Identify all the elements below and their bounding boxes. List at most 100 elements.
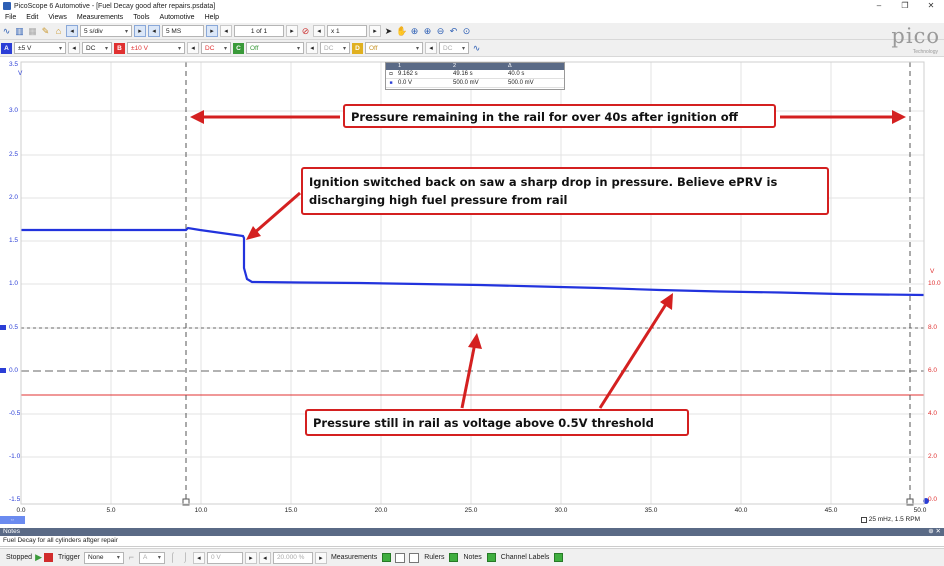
channel-d-range-select[interactable]: Off ▾ [365,42,423,54]
y-tick-2-0: 2.0 [9,194,19,201]
samples-decrease-button[interactable]: ◂ [148,25,160,37]
channel-labels-toggle-icon[interactable] [554,553,564,562]
y-tick-3-0: 3.0 [9,107,19,114]
buffer-next-button[interactable]: ▸ [286,25,298,37]
undo-zoom-icon[interactable]: ↶ [448,26,459,37]
chevron-down-icon: ▾ [58,45,62,52]
right-tick-10: 10.0 [928,280,941,287]
scope-mode-icon[interactable]: ∿ [1,26,12,37]
minimize-button[interactable]: – [866,0,892,12]
channel-c-prev-button[interactable]: ◂ [306,42,318,54]
waveform-svg[interactable] [0,58,944,528]
timebase-increase-button[interactable]: ▸ [134,25,146,37]
math-channel-icon[interactable]: ∿ [471,43,482,54]
channel-c-coupling-select[interactable]: DC ▾ [320,42,350,54]
pretrigger-field[interactable]: 20.000 % [272,551,313,564]
rulers-toggle-icon[interactable] [449,553,459,562]
right-tick-2: 2.0 [928,453,938,460]
menu-views[interactable]: Views [48,14,67,21]
notes-text[interactable]: Fuel Decay for all cylinders aftger repa… [0,536,944,547]
level-down-button[interactable]: ◂ [192,551,205,564]
frequency-readout: 25 mHz, 1.5 RPM [860,516,920,523]
annotation-ignition-drop: Ignition switched back on saw a sharp dr… [301,167,829,215]
y-axis-unit: V [18,70,23,77]
timebase-select[interactable]: 5 s/div ▾ [80,25,132,37]
falling-edge-icon[interactable]: ⌡ [180,552,191,563]
channel-c-range-select[interactable]: Off ▾ [246,42,304,54]
delete-measurement-icon[interactable] [409,552,420,563]
time-ruler-icon: ◘ [389,71,393,77]
notes-toggle-icon[interactable] [486,553,496,562]
y-tick-minus-1-5: -1.5 [9,496,21,503]
measurements-label: Measurements [330,554,378,561]
pointer-tool-icon[interactable]: ➤ [383,26,394,37]
menu-edit[interactable]: Edit [26,14,38,21]
channel-d-badge[interactable]: D [352,42,363,54]
close-button[interactable]: ✕ [918,0,944,12]
channel-d-prev-button[interactable]: ◂ [425,42,437,54]
probe-icon[interactable]: ✎ [40,26,51,37]
samples-increase-button[interactable]: ▸ [206,25,218,37]
zoom-in-icon[interactable]: ⊕ [422,26,433,37]
run-state-label: Stopped [6,554,33,561]
add-measurement-icon[interactable] [382,553,392,562]
view-tab[interactable]: ⇔ [0,516,25,524]
zero-ruler-tag[interactable] [0,368,6,373]
trigger-level-field[interactable]: 0 V [206,551,243,564]
trigger-edge-icon[interactable]: ⌐ [126,552,137,563]
channel-a-coupling-select[interactable]: DC ▾ [82,42,112,54]
menu-file[interactable]: File [5,14,16,21]
menu-automotive[interactable]: Automotive [160,14,195,21]
hand-tool-icon[interactable]: ✋ [396,26,407,37]
channel-b-range-select[interactable]: ±10 V ▾ [127,42,185,54]
menu-help[interactable]: Help [205,14,219,21]
zoom-out-icon[interactable]: ⊖ [435,26,446,37]
ruler-measurement-panel[interactable]: 1 2 Δ ◘ 9.162 s 49.16 s 40.0 s ■ 0.0 V 5… [385,62,565,90]
y-tick-2-5: 2.5 [9,151,19,158]
y-tick-0-5: 0.5 [9,324,19,331]
channel-toolbar: A ±5 V ▾ ◂ DC ▾ B ±10 V ▾ ◂ DC ▾ C Off ▾ ◂ DC… [0,40,944,57]
samples-select[interactable]: 5 MS [162,25,204,37]
pretrigger-down-button[interactable]: ◂ [258,551,271,564]
channel-a-prev-button[interactable]: ◂ [68,42,80,54]
home-icon[interactable]: ⌂ [53,26,64,37]
spectrum-mode-icon[interactable]: ▥ [14,26,25,37]
frequency-checkbox[interactable] [860,516,867,523]
trigger-mode-select[interactable]: None ▾ [83,551,124,564]
channel-b-badge[interactable]: B [114,42,125,54]
chevron-down-icon: ▾ [296,45,300,52]
scope-plot-area[interactable]: 3.5 V 3.0 2.5 2.0 1.5 1.0 0.5 0.0 -0.5 -… [0,58,944,528]
pin-icon[interactable]: ⊕ ✕ [928,528,941,536]
menu-measurements[interactable]: Measurements [77,14,123,21]
right-tick-0: 0.0 [928,496,938,503]
x-tick-25: 25.0 [464,507,478,514]
buffer-overview-icon[interactable]: ⊘ [300,26,311,37]
channel-b-prev-button[interactable]: ◂ [187,42,199,54]
y-tick-minus-1-0: -1.0 [9,453,21,460]
play-icon[interactable]: ▶ [35,552,42,563]
zoom-next-button[interactable]: ▸ [369,25,381,37]
persistence-mode-icon[interactable]: ▦ [27,26,38,37]
edit-measurement-icon[interactable] [395,552,406,563]
threshold-ruler-tag[interactable] [0,325,6,330]
stop-icon[interactable] [44,553,54,562]
channel-b-coupling-select[interactable]: DC ▾ [201,42,231,54]
pico-logo: pico [891,24,940,48]
zoom-prev-button[interactable]: ◂ [313,25,325,37]
rising-edge-icon[interactable]: ⌠ [167,552,178,563]
channel-a-range-select[interactable]: ±5 V ▾ [14,42,66,54]
channel-d-coupling-select[interactable]: DC ▾ [439,42,469,54]
channel-c-badge[interactable]: C [233,42,244,54]
level-up-button[interactable]: ▸ [244,551,257,564]
restore-button[interactable]: ❐ [892,0,918,12]
zoom-fit-icon[interactable]: ⊙ [461,26,472,37]
buffer-navigator[interactable]: 1 of 1 [234,25,284,37]
zoom-select[interactable]: x 1 [327,25,367,37]
buffer-prev-button[interactable]: ◂ [220,25,232,37]
timebase-decrease-button[interactable]: ◂ [66,25,78,37]
zoom-box-icon[interactable]: ⊕ [409,26,420,37]
menu-tools[interactable]: Tools [133,14,149,21]
trigger-channel-select[interactable]: A ▾ [138,551,165,564]
channel-a-badge[interactable]: A [1,42,12,54]
pretrigger-up-button[interactable]: ▸ [314,551,327,564]
